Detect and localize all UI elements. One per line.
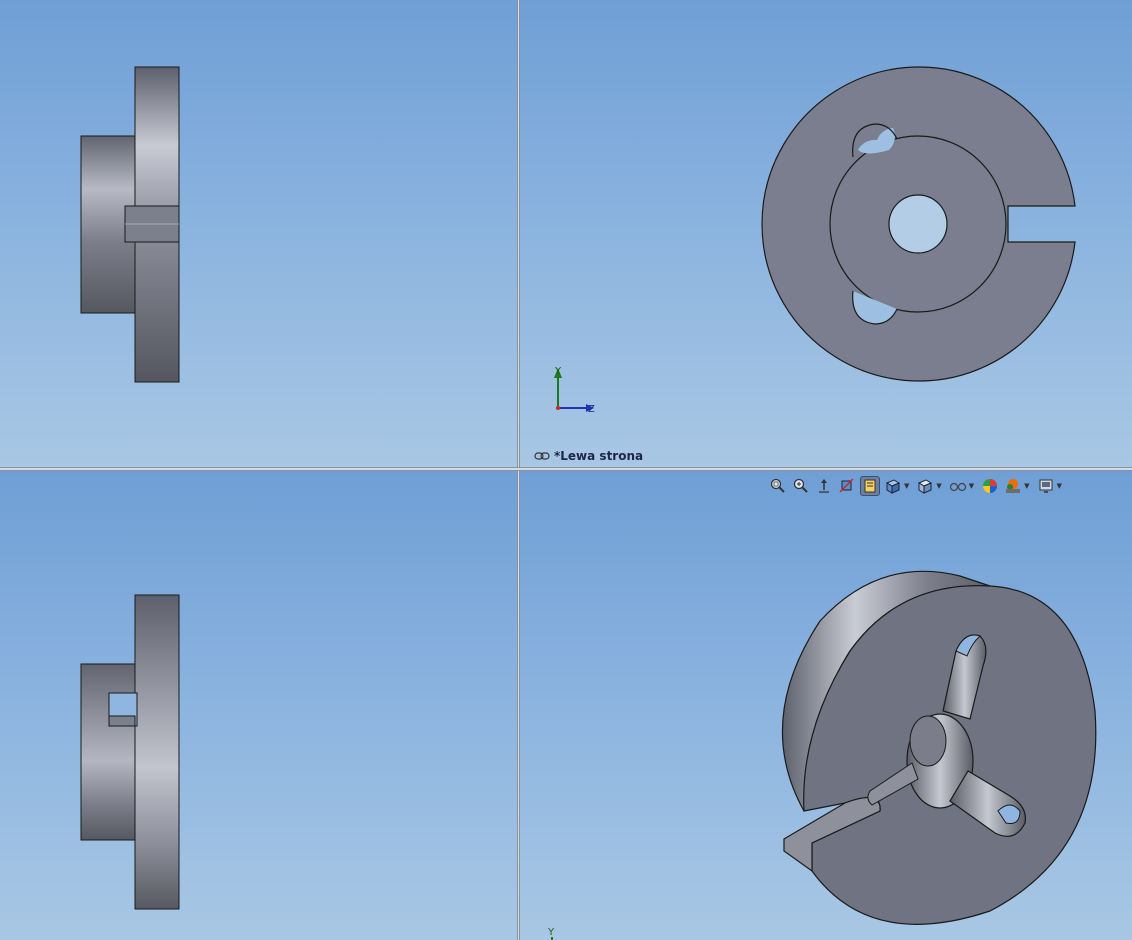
flange-disk — [134, 594, 180, 910]
view-name-label: *Lewa strona — [534, 449, 643, 463]
viewport-splitter-horizontal[interactable] — [0, 467, 1132, 471]
isometric-view-model — [781, 570, 1097, 925]
viewport-bottom-right[interactable]: ▼ ▼ ▼ ▼ ▼ Y — [520, 471, 1132, 940]
side-view-top-model — [80, 66, 180, 383]
hub-cylinder — [80, 663, 138, 841]
triad-y-label: Y — [547, 927, 555, 938]
axis-triad-partial: Y — [547, 927, 555, 940]
link-icon — [534, 452, 550, 460]
view-name-text: *Lewa strona — [554, 449, 644, 463]
center-bore — [888, 194, 948, 254]
viewport-top-left[interactable] — [0, 0, 517, 467]
side-view-bottom-model — [80, 594, 180, 910]
axis-triad: Y Z — [554, 366, 595, 415]
solidworks-graphics-area: Y Z *Lewa strona ▼ ▼ ▼ ▼ ▼ Y — [0, 0, 1132, 940]
viewport-top-right[interactable]: Y Z *Lewa strona — [520, 0, 1132, 467]
triad-z-label: Z — [588, 404, 595, 415]
viewport-bottom-left[interactable] — [0, 471, 517, 940]
triad-y-label: Y — [554, 366, 562, 377]
